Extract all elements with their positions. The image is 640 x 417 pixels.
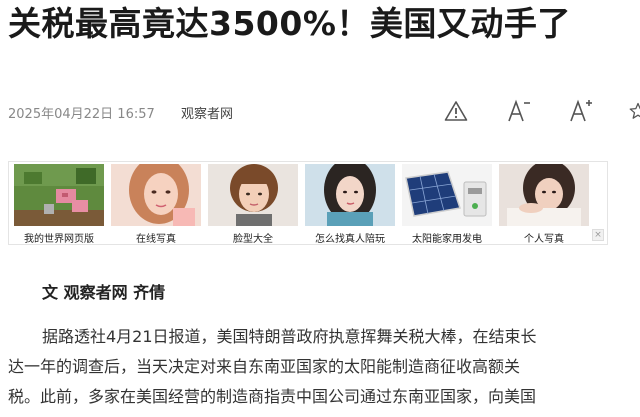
paragraph-line: 达一年的调查后，当天决定对来自东南亚国家的太阳能制造商征收高额关 [8,357,521,376]
source-link[interactable]: 观察者网 [181,103,233,122]
ad-item-face-shapes[interactable]: 脸型大全 [207,164,299,245]
portrait-photo-thumbnail [111,164,201,226]
warning-triangle-icon [444,101,468,121]
paragraph-line: 税。此前，多家在美国经营的制造商指责中国公司通过东南亚国家，向美国 [8,387,537,406]
paragraph-line: 据路透社4月21日报道，美国特朗普政府执意挥舞关税大棒，在结束长 [42,327,537,346]
article-byline: 文 观察者网 齐倩 [42,283,166,302]
ad-item-minecraft[interactable]: 我的世界网页版 [13,164,105,245]
ad-label: 个人写真 [524,234,564,245]
ad-close-button[interactable]: × [592,229,604,241]
favorite-button[interactable] [628,97,640,125]
solar-panel-thumbnail [402,164,492,226]
font-larger-button[interactable] [567,97,595,125]
article-title: 关税最高竟达3500%！美国又动手了 [8,4,571,43]
publish-date: 2025年04月22日 16:57 [8,107,155,122]
font-increase-icon [570,99,592,122]
font-decrease-icon [508,99,530,122]
ad-label: 怎么找真人陪玩 [315,234,385,245]
report-button[interactable] [442,97,470,125]
ad-label: 脸型大全 [233,234,273,245]
ad-item-personal-portrait[interactable]: 个人写真 [498,164,590,245]
article-meta: 2025年04月22日 16:57 观察者网 [8,99,640,123]
ad-label: 太阳能家用发电 [412,234,482,245]
ad-item-companion[interactable]: 怎么找真人陪玩 [304,164,396,245]
ad-item-online-portrait[interactable]: 在线写真 [110,164,202,245]
personal-portrait-thumbnail [499,164,589,226]
article-body: 据路透社4月21日报道，美国特朗普政府执意挥舞关税大棒，在结束长 达一年的调查后… [8,322,608,412]
ad-label: 我的世界网页版 [24,234,94,245]
face-shape-thumbnail [208,164,298,226]
minecraft-scene-thumbnail [14,164,104,226]
star-icon [629,102,640,119]
font-smaller-button[interactable] [505,97,533,125]
ad-item-solar[interactable]: 太阳能家用发电 [401,164,493,245]
ad-label: 在线写真 [136,234,176,245]
companion-photo-thumbnail [305,164,395,226]
ad-recommendation-strip: 我的世界网页版 在线写真 脸型大全 怎么找真人陪玩 太阳能家用发电 个人写真 × [8,161,608,245]
